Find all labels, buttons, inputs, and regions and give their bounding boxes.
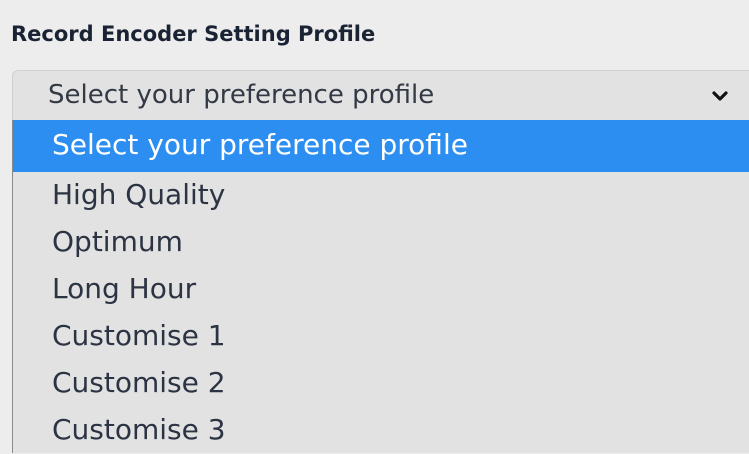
option-customise-3[interactable]: Customise 3 — [13, 407, 749, 454]
profile-dropdown-list: Select your preference profile High Qual… — [12, 120, 749, 453]
option-optimum[interactable]: Optimum — [13, 219, 749, 266]
option-high-quality[interactable]: High Quality — [13, 172, 749, 219]
section-heading: Record Encoder Setting Profile — [11, 22, 376, 46]
option-select-preference-profile[interactable]: Select your preference profile — [13, 120, 749, 172]
profile-select-value: Select your preference profile — [48, 80, 435, 110]
option-customise-2[interactable]: Customise 2 — [13, 360, 749, 407]
option-customise-1[interactable]: Customise 1 — [13, 313, 749, 360]
option-long-hour[interactable]: Long Hour — [13, 266, 749, 313]
profile-select[interactable]: Select your preference profile — [12, 70, 749, 120]
chevron-down-icon[interactable] — [711, 87, 729, 105]
